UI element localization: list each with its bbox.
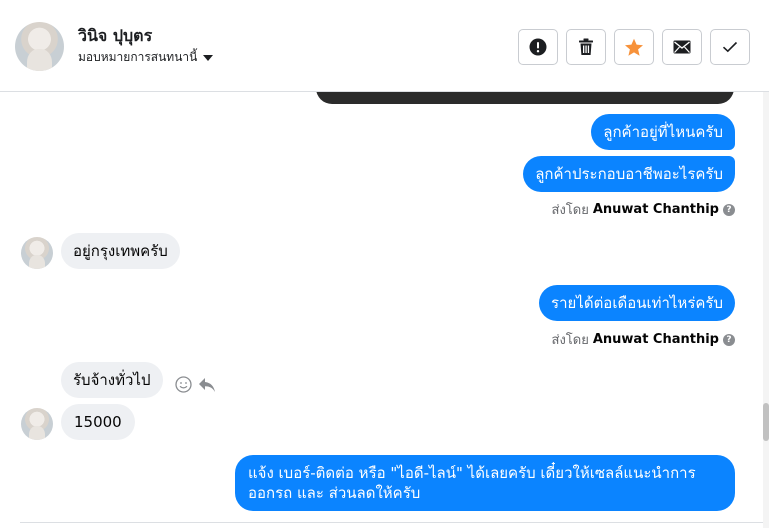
contact-avatar-small [21, 408, 53, 440]
sent-by-label: ส่งโดย Anuwat Chanthip ? [552, 329, 735, 350]
reply-icon[interactable] [198, 377, 216, 393]
sender-name[interactable]: Anuwat Chanthip [593, 202, 719, 217]
message-thread[interactable]: ลูกค้าอยู่ที่ไหนครับ ลูกค้าประกอบอาชีพอะ… [0, 92, 763, 528]
email-button[interactable] [662, 29, 702, 65]
composer-area[interactable] [20, 522, 763, 528]
checkmark-icon [722, 41, 738, 53]
report-button[interactable] [518, 29, 558, 65]
delete-button[interactable] [566, 29, 606, 65]
assign-label: มอบหมายการสนทนานี้ [78, 50, 198, 64]
contact-name[interactable]: วินิจ ปุบุตร [78, 24, 152, 49]
outgoing-message[interactable]: ลูกค้าประกอบอาชีพอะไรครับ [523, 156, 735, 192]
sent-by-prefix: ส่งโดย [551, 333, 589, 348]
star-icon [625, 38, 643, 56]
incoming-message[interactable]: 15000 [61, 404, 135, 440]
scrollbar-track[interactable] [763, 92, 769, 528]
sent-by-label: ส่งโดย Anuwat Chanthip ? [552, 199, 735, 220]
outgoing-message[interactable]: ลูกค้าอยู่ที่ไหนครับ [591, 114, 735, 150]
message-line: ออกรถ และ ส่วนลดให้ครับ [248, 484, 421, 502]
contact-avatar-small [21, 237, 53, 269]
previous-message-bubble [316, 92, 734, 104]
message-line: แจ้ง เบอร์-ติดต่อ หรือ "ไอดี-ไลน์" ได้เล… [248, 464, 696, 482]
scrollbar-thumb[interactable] [763, 403, 769, 441]
star-button[interactable] [614, 29, 654, 65]
conversation-header: วินิจ ปุบุตร มอบหมายการสนทนานี้ [0, 0, 769, 92]
envelope-icon [673, 40, 691, 54]
help-icon[interactable]: ? [723, 333, 735, 346]
outgoing-message[interactable]: แจ้ง เบอร์-ติดต่อ หรือ "ไอดี-ไลน์" ได้เล… [235, 455, 735, 511]
help-icon[interactable]: ? [723, 203, 735, 216]
incoming-message[interactable]: อยู่กรุงเทพครับ [61, 233, 180, 269]
incoming-message[interactable]: รับจ้างทั่วไป [61, 362, 163, 398]
message-actions [175, 376, 216, 393]
outgoing-message[interactable]: รายได้ต่อเดือนเท่าไหร่ครับ [539, 285, 735, 321]
assign-conversation-dropdown[interactable]: มอบหมายการสนทนานี้ [78, 48, 214, 67]
sent-by-prefix: ส่งโดย [551, 203, 589, 218]
emoji-reaction-icon[interactable] [175, 376, 192, 393]
alert-circle-icon [529, 38, 547, 56]
caret-down-icon [203, 54, 214, 61]
sender-name[interactable]: Anuwat Chanthip [593, 332, 719, 347]
conversation-toolbar [518, 29, 750, 65]
contact-avatar[interactable] [15, 22, 64, 71]
mark-done-button[interactable] [710, 29, 750, 65]
trash-icon [579, 38, 593, 55]
